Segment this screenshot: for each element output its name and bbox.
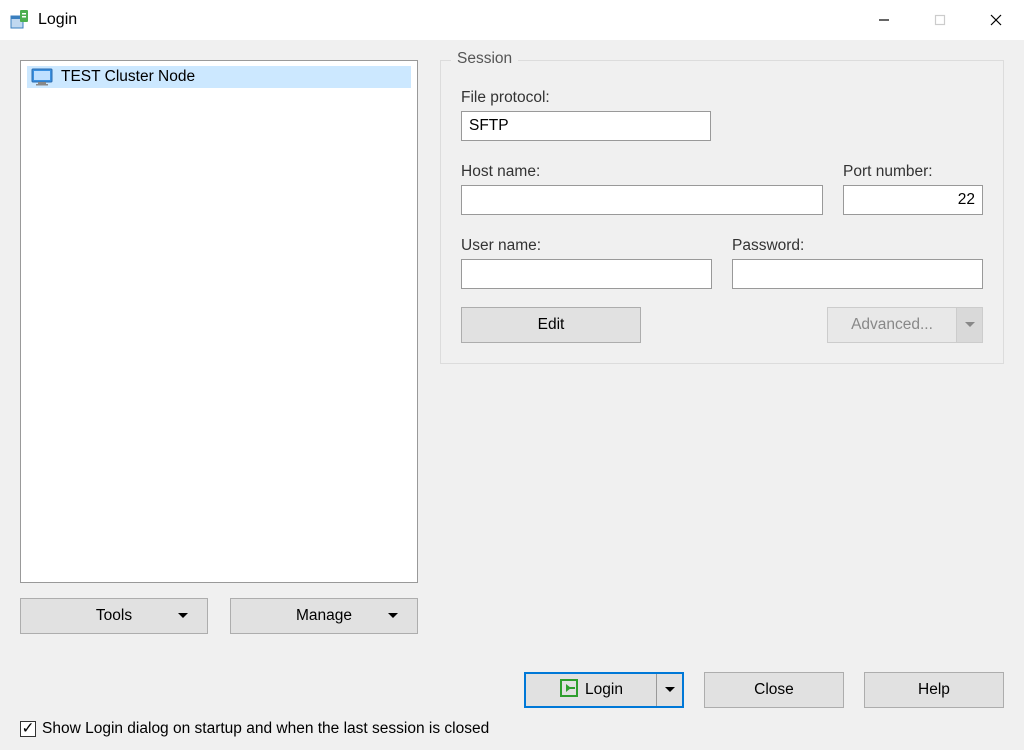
left-button-row: Tools Manage [20,598,418,634]
minimize-button[interactable] [856,0,912,40]
app-icon [10,10,30,30]
chevron-down-icon [387,607,399,625]
user-name-label: User name: [461,237,712,255]
port-column: Port number: 22 [843,163,983,215]
login-button[interactable]: Login [526,674,656,706]
file-protocol-value: SFTP [469,117,509,135]
advanced-button: Advanced... [827,307,957,343]
file-protocol-combobox[interactable]: SFTP [461,111,711,141]
tools-button[interactable]: Tools [20,598,208,634]
bottom-buttons-row: Login Close Help [0,634,1024,708]
advanced-dropdown-button [957,307,983,343]
close-window-button[interactable] [968,0,1024,40]
login-icon [559,678,579,703]
password-column: Password: [732,237,983,289]
advanced-label: Advanced... [851,316,933,334]
session-groupbox: Session File protocol: SFTP Host name: [440,60,1004,364]
window-title: Login [38,11,856,29]
edit-button[interactable]: Edit [461,307,641,343]
window-controls [856,0,1024,40]
host-name-label: Host name: [461,163,823,181]
close-label: Close [754,681,794,699]
check-icon: ✓ [22,721,35,737]
monitor-icon [31,68,53,86]
host-port-row: Host name: Port number: 22 [461,163,983,215]
port-number-label: Port number: [843,163,983,181]
session-action-row: Edit Advanced... [461,307,983,343]
maximize-button [912,0,968,40]
advanced-button-group: Advanced... [827,307,983,343]
site-list[interactable]: TEST Cluster Node [20,60,418,583]
left-column: TEST Cluster Node Tools Manage [20,60,418,634]
user-pass-row: User name: Password: [461,237,983,289]
chevron-down-icon [177,607,189,625]
login-label: Login [585,681,623,699]
site-item-label: TEST Cluster Node [61,68,195,86]
right-column: Session File protocol: SFTP Host name: [440,60,1004,634]
manage-button[interactable]: Manage [230,598,418,634]
help-label: Help [918,681,950,699]
host-column: Host name: [461,163,823,215]
login-button-group: Login [524,672,684,708]
file-protocol-label: File protocol: [461,89,983,107]
username-column: User name: [461,237,712,289]
startup-checkbox-row: ✓ Show Login dialog on startup and when … [0,708,1024,750]
site-item[interactable]: TEST Cluster Node [27,66,411,88]
port-number-input[interactable]: 22 [843,185,983,215]
show-on-startup-label: Show Login dialog on startup and when th… [42,720,489,738]
password-label: Password: [732,237,983,255]
edit-label: Edit [538,316,565,334]
login-window: Login [0,0,1024,750]
help-button[interactable]: Help [864,672,1004,708]
user-name-input[interactable] [461,259,712,289]
manage-label: Manage [296,607,352,625]
host-name-input[interactable] [461,185,823,215]
login-dropdown-button[interactable] [656,674,682,706]
close-button[interactable]: Close [704,672,844,708]
titlebar: Login [0,0,1024,40]
session-group-title: Session [451,50,518,68]
port-number-value: 22 [958,191,975,209]
password-input[interactable] [732,259,983,289]
file-protocol-row: File protocol: SFTP [461,89,983,141]
show-on-startup-checkbox[interactable]: ✓ [20,721,36,737]
content-area: TEST Cluster Node Tools Manage [0,40,1024,634]
tools-label: Tools [96,607,132,625]
